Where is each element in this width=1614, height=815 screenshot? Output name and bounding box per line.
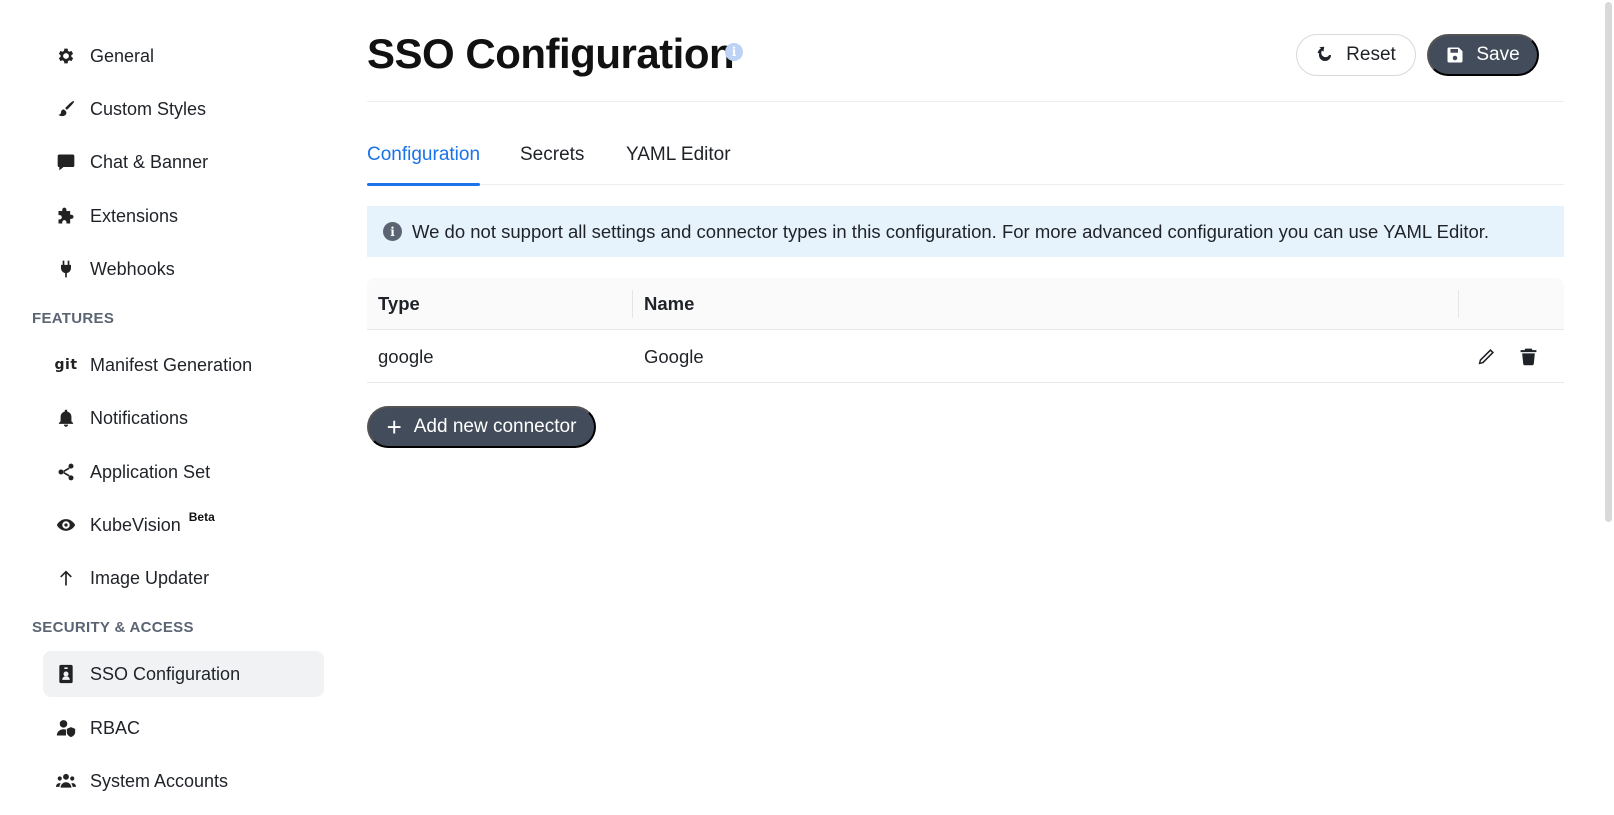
tab-secrets[interactable]: Secrets xyxy=(520,135,584,185)
sidebar-item-sso-configuration[interactable]: SSO Configuration xyxy=(43,651,324,697)
bell-icon xyxy=(55,407,77,429)
info-icon[interactable]: i xyxy=(725,43,743,61)
sidebar-item-notifications[interactable]: Notifications xyxy=(43,395,324,441)
sidebar-item-system-accounts[interactable]: System Accounts xyxy=(43,758,324,804)
connectors-table: Type Name google Google xyxy=(367,278,1564,383)
sidebar-item-image-updater[interactable]: Image Updater xyxy=(43,555,324,601)
add-new-connector-button[interactable]: + Add new connector xyxy=(367,406,596,448)
chat-bubble-icon xyxy=(55,151,77,173)
floppy-disk-icon xyxy=(1446,46,1464,64)
alert-message: We do not support all settings and conne… xyxy=(412,221,1490,242)
page-scrollbar[interactable] xyxy=(1603,0,1614,815)
git-icon: git xyxy=(54,354,78,376)
sidebar-item-label: Manifest Generation xyxy=(90,355,253,375)
gear-icon xyxy=(55,45,77,67)
section-header-features: FEATURES xyxy=(32,310,115,327)
sidebar-item-label: Extensions xyxy=(90,206,179,226)
beta-badge: Beta xyxy=(188,510,215,524)
table-row: google Google xyxy=(367,330,1564,383)
sidebar-item-general[interactable]: General xyxy=(43,33,324,79)
sidebar-item-chat-banner[interactable]: Chat & Banner xyxy=(43,139,324,185)
cell-type: google xyxy=(378,346,434,367)
table-header: Type Name xyxy=(367,278,1564,330)
section-header-security-access: SECURITY & ACCESS xyxy=(32,619,194,636)
rotate-icon xyxy=(1316,46,1334,64)
header-divider xyxy=(367,101,1564,102)
sidebar-item-webhooks[interactable]: Webhooks xyxy=(43,246,324,292)
pencil-icon[interactable] xyxy=(1475,345,1497,367)
sidebar-item-label: General xyxy=(90,46,155,66)
info-alert: i We do not support all settings and con… xyxy=(367,206,1564,257)
scrollbar-thumb[interactable] xyxy=(1605,2,1612,522)
eye-icon xyxy=(55,514,77,536)
reset-button-label: Reset xyxy=(1346,44,1396,65)
column-divider xyxy=(1458,290,1459,318)
sidebar-item-label: SSO Configuration xyxy=(90,664,241,684)
sidebar-item-label-wrap: KubeVision Beta xyxy=(90,502,215,550)
sidebar-item-label: Application Set xyxy=(90,462,211,482)
sidebar-item-manifest-generation[interactable]: git Manifest Generation xyxy=(43,342,324,388)
sidebar-item-label: Webhooks xyxy=(90,259,175,279)
sidebar-item-label: Image Updater xyxy=(90,568,210,588)
main-content: SSO Configuration i Reset Save Configura… xyxy=(367,0,1564,815)
info-circle-icon: i xyxy=(383,222,402,241)
arrow-up-icon xyxy=(55,567,77,589)
add-new-connector-label: Add new connector xyxy=(413,416,577,437)
share-nodes-icon xyxy=(55,461,77,483)
page-title: SSO Configuration xyxy=(367,30,735,77)
column-header-name: Name xyxy=(644,293,695,314)
tab-bar: Configuration Secrets YAML Editor xyxy=(367,135,1564,186)
cell-name: Google xyxy=(644,346,704,367)
sidebar-item-application-set[interactable]: Application Set xyxy=(43,449,324,495)
sidebar-item-rbac[interactable]: RBAC xyxy=(43,705,324,751)
sidebar-item-custom-styles[interactable]: Custom Styles xyxy=(43,86,324,132)
sidebar-item-label: Custom Styles xyxy=(90,99,207,119)
save-button-label: Save xyxy=(1476,44,1520,65)
sidebar-item-label: RBAC xyxy=(90,718,141,738)
tab-configuration[interactable]: Configuration xyxy=(367,135,481,186)
id-badge-icon xyxy=(55,663,77,685)
save-button[interactable]: Save xyxy=(1427,34,1539,76)
sidebar-item-label: System Accounts xyxy=(90,771,229,791)
sidebar-item-label: KubeVision xyxy=(90,515,181,535)
sidebar-item-kubevision[interactable]: KubeVision Beta xyxy=(43,502,324,548)
sidebar-item-extensions[interactable]: Extensions xyxy=(43,193,324,239)
tab-yaml-editor[interactable]: YAML Editor xyxy=(626,135,731,185)
column-header-type: Type xyxy=(378,293,420,314)
sidebar-item-label: Notifications xyxy=(90,408,189,428)
puzzle-icon xyxy=(55,205,77,227)
plus-icon: + xyxy=(386,412,402,442)
users-icon xyxy=(55,770,77,792)
paintbrush-icon xyxy=(55,98,77,120)
reset-button[interactable]: Reset xyxy=(1296,34,1416,76)
sidebar: General Custom Styles Chat & Banner Exte… xyxy=(0,0,336,815)
trash-icon[interactable] xyxy=(1517,345,1539,367)
git-icon-text: git xyxy=(54,357,78,373)
user-shield-icon xyxy=(55,717,77,739)
column-divider xyxy=(632,290,633,318)
sidebar-item-label: Chat & Banner xyxy=(90,152,209,172)
plug-icon xyxy=(55,258,77,280)
